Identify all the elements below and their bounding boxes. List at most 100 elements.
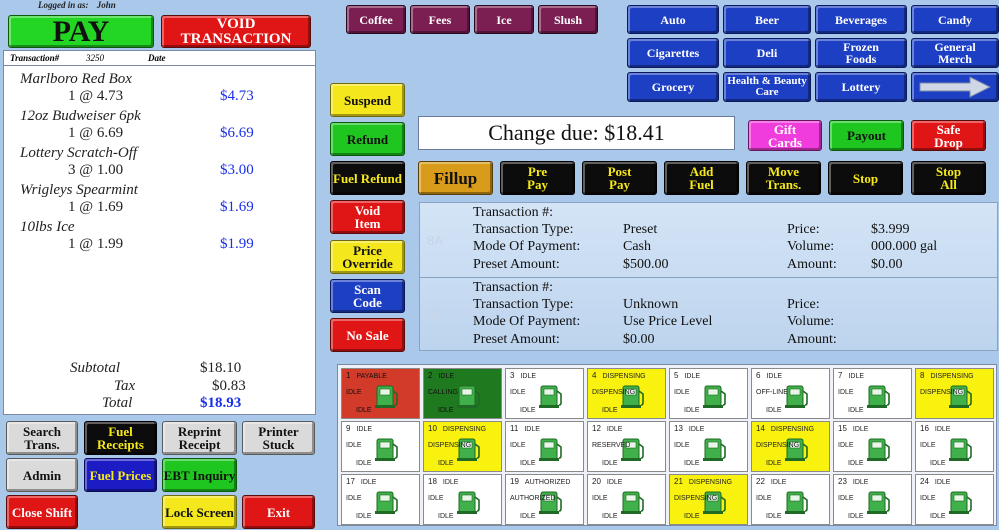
pump-tile[interactable]: 17 IDLE IDLE IDLE [341, 474, 420, 525]
void-transaction-button[interactable]: VOID TRANSACTION [161, 15, 311, 48]
scan-code-button[interactable]: Scan Code [330, 279, 405, 313]
pump-hose-status: IDLE [602, 513, 618, 520]
search-trans-button[interactable]: Search Trans. [6, 421, 78, 455]
pump-status: DISPENSING [602, 373, 646, 380]
ebt-inquiry-button[interactable]: EBT Inquiry [162, 458, 237, 492]
pump-tile[interactable]: 4 DISPENSING DISPENSING IDLE [587, 368, 666, 419]
pump-status: IDLE [684, 373, 701, 380]
pump-tile[interactable]: 23 IDLE IDLE IDLE [833, 474, 912, 525]
gift-cards-button[interactable]: Gift Cards [748, 120, 822, 151]
dept-beverages-button[interactable]: Beverages [815, 5, 907, 34]
pump-tile[interactable]: 12 IDLE RESERVED IDLE [587, 421, 666, 472]
dept-auto-button[interactable]: Auto [627, 5, 719, 34]
volume-value: 000.000 gal [871, 239, 938, 254]
pump-tile[interactable]: 5 IDLE IDLE IDLE [669, 368, 748, 419]
suspend-button[interactable]: Suspend [330, 83, 405, 117]
payout-button[interactable]: Payout [829, 120, 904, 151]
pre-pay-button[interactable]: Pre Pay [500, 161, 575, 195]
add-fuel-button[interactable]: Add Fuel [664, 161, 739, 195]
price-override-button[interactable]: Price Override [330, 240, 405, 274]
pump-tile[interactable]: 11 IDLE IDLE IDLE [505, 421, 584, 472]
dept-deli-button[interactable]: Deli [723, 38, 811, 68]
fuel-refund-button[interactable]: Fuel Refund [330, 161, 405, 195]
line-item-name[interactable]: 12oz Budweiser 6pk [20, 108, 141, 125]
volume-label: Volume: [787, 314, 835, 329]
pump-substatus: IDLE [674, 442, 690, 449]
pump-tile[interactable]: 18 IDLE IDLE IDLE [423, 474, 502, 525]
fuel-pump-icon [867, 385, 890, 408]
pump-tile[interactable]: 9 IDLE IDLE IDLE [341, 421, 420, 472]
admin-button[interactable]: Admin [6, 458, 78, 492]
quick-item-ice[interactable]: Ice [474, 5, 534, 34]
reprint-receipt-button[interactable]: Reprint Receipt [162, 421, 237, 455]
pump-tile[interactable]: 6 IDLE OFF-LINE IDLE [751, 368, 830, 419]
amount-value: $0.00 [871, 257, 903, 272]
no-sale-button[interactable]: No Sale [330, 318, 405, 352]
line-item-name[interactable]: Lottery Scratch-Off [20, 145, 137, 162]
pump-tile[interactable]: 20 IDLE IDLE IDLE [587, 474, 666, 525]
pump-tile[interactable]: 19 AUTHORIZED AUTHORIZED IDLE [505, 474, 584, 525]
fuel-pump-icon [375, 438, 398, 461]
pump-tile[interactable]: 24 IDLE IDLE IDLE [915, 474, 994, 525]
post-pay-button[interactable]: Post Pay [582, 161, 657, 195]
dept-health-beauty-button[interactable]: Health & Beauty Care [723, 72, 811, 102]
line-item-name[interactable]: 10lbs Ice [20, 219, 75, 236]
pump-tile[interactable]: 16 IDLE IDLE IDLE [915, 421, 994, 472]
pump-tile[interactable]: 14 DISPENSING DISPENSING IDLE [751, 421, 830, 472]
line-item-name[interactable]: Wrigleys Spearmint [20, 182, 138, 199]
line-item-name[interactable]: Marlboro Red Box [20, 71, 132, 88]
pump-header: 23 IDLE [838, 477, 868, 486]
pump-number: 12 [592, 424, 601, 433]
move-trans-button[interactable]: Move Trans. [746, 161, 821, 195]
pump-number: 15 [838, 424, 847, 433]
dept-general-merch-button[interactable]: General Merch [911, 38, 999, 68]
pump-tile[interactable]: 21 DISPENSING DISPENSING IDLE [669, 474, 748, 525]
pump-hose-status: IDLE [684, 513, 700, 520]
safe-drop-button[interactable]: Safe Drop [911, 120, 986, 151]
fillup-button[interactable]: Fillup [418, 161, 493, 195]
pump-substatus: IDLE [838, 389, 854, 396]
pump-tile[interactable]: 15 IDLE IDLE IDLE [833, 421, 912, 472]
pump-tile[interactable]: 13 IDLE IDLE IDLE [669, 421, 748, 472]
printer-stuck-button[interactable]: Printer Stuck [242, 421, 315, 455]
pump-tile[interactable]: 7 IDLE IDLE IDLE [833, 368, 912, 419]
lock-screen-button[interactable]: Lock Screen [162, 495, 237, 529]
quick-item-coffee[interactable]: Coffee [346, 5, 406, 34]
refund-button[interactable]: Refund [330, 122, 405, 156]
line-item-amount: $1.69 [220, 199, 254, 215]
pump-substatus: IDLE [920, 442, 936, 449]
dept-cigarettes-button[interactable]: Cigarettes [627, 38, 719, 68]
void-item-button[interactable]: Void Item [330, 200, 405, 234]
pump-hose-status: IDLE [766, 513, 782, 520]
dept-frozen-foods-button[interactable]: Frozen Foods [815, 38, 907, 68]
pay-button[interactable]: PAY [8, 15, 154, 48]
quick-item-fees[interactable]: Fees [410, 5, 470, 34]
dept-beer-button[interactable]: Beer [723, 5, 811, 34]
exit-button[interactable]: Exit [242, 495, 315, 529]
dept-grocery-button[interactable]: Grocery [627, 72, 719, 102]
pump-hose-status: IDLE [684, 460, 700, 467]
close-shift-button[interactable]: Close Shift [6, 495, 78, 529]
fuel-pump-icon [703, 385, 726, 408]
pump-tile[interactable]: 10 DISPENSING DISPENSING IDLE [423, 421, 502, 472]
pump-tile[interactable]: 22 IDLE IDLE IDLE [751, 474, 830, 525]
fuel-receipts-button[interactable]: Fuel Receipts [84, 421, 157, 455]
quick-item-slush[interactable]: Slush [538, 5, 598, 34]
pump-status: IDLE [524, 426, 540, 433]
stop-all-button[interactable]: Stop All [911, 161, 986, 195]
pump-tile[interactable]: 1 PAYABLE IDLE IDLE [341, 368, 420, 419]
dept-candy-button[interactable]: Candy [911, 5, 999, 34]
fuel-pump-icon [867, 491, 890, 514]
pump-tile[interactable]: 3 IDLE IDLE IDLE [505, 368, 584, 419]
fuel-prices-button[interactable]: Fuel Prices [84, 458, 157, 492]
dept-lottery-button[interactable]: Lottery [815, 72, 907, 102]
pump-status: IDLE [606, 426, 623, 433]
fuel-pump-icon [949, 491, 972, 514]
pump-tile[interactable]: 8 DISPENSING DISPENSING [915, 368, 994, 419]
pump-substatus: IDLE [510, 389, 526, 396]
mode-value: Use Price Level [623, 314, 713, 329]
pump-tile[interactable]: 2 IDLE CALLING IDLE [423, 368, 502, 419]
stop-button[interactable]: Stop [828, 161, 903, 195]
pump-status: DISPENSING [770, 426, 815, 433]
next-page-button[interactable] [911, 72, 999, 102]
